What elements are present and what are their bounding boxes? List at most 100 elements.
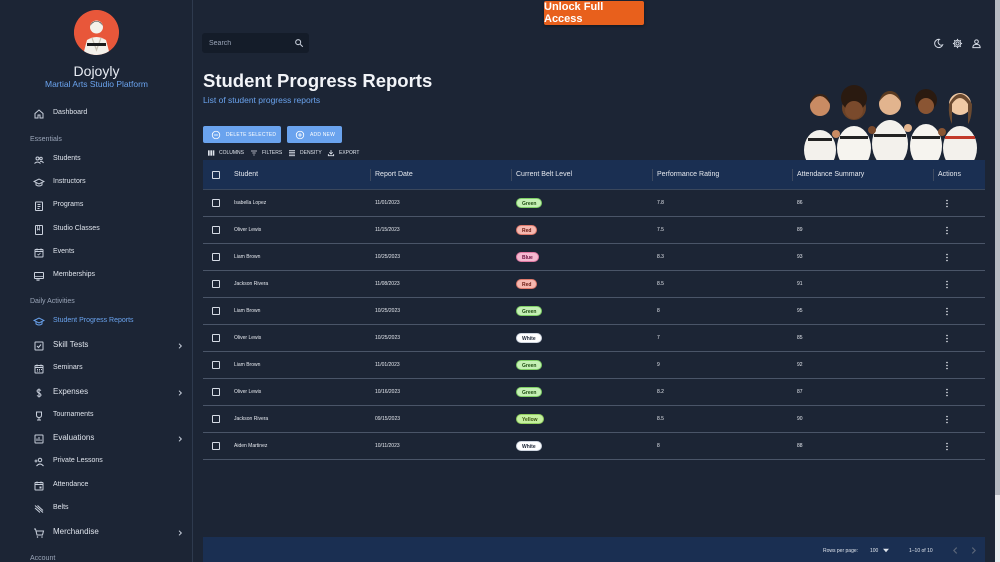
- more-vert-icon[interactable]: [943, 199, 951, 208]
- row-checkbox[interactable]: [212, 280, 220, 288]
- table-row[interactable]: Liam Brown 10/25/2023 Blue 8.3 93: [203, 244, 985, 271]
- page-scrollbar[interactable]: [995, 0, 1000, 562]
- column-header-belt-level[interactable]: Current Belt Level: [516, 171, 572, 178]
- belt-level-chip: Green: [516, 306, 543, 316]
- belt-level-chip: Red: [516, 225, 538, 235]
- nav-merchandise[interactable]: Merchandise: [0, 523, 192, 543]
- cell-performance-rating: 8: [657, 443, 660, 449]
- nav-programs[interactable]: Programs: [0, 196, 192, 216]
- cell-attendance-summary: 85: [797, 335, 803, 341]
- dollar-icon: [36, 388, 42, 398]
- search-icon[interactable]: [294, 38, 304, 48]
- column-separator[interactable]: [652, 169, 653, 181]
- nav-events[interactable]: Events: [0, 243, 192, 263]
- assessment-icon: [34, 434, 44, 444]
- nav-students[interactable]: Students: [0, 150, 192, 170]
- nav-seminars[interactable]: Seminars: [0, 359, 192, 379]
- caret-down-icon[interactable]: [883, 548, 889, 553]
- cell-attendance-summary: 92: [797, 362, 803, 368]
- cell-performance-rating: 8.5: [657, 281, 664, 287]
- more-vert-icon[interactable]: [943, 280, 951, 289]
- row-checkbox[interactable]: [212, 361, 220, 369]
- gear-icon[interactable]: [952, 38, 963, 49]
- table-row[interactable]: Oliver Lewis 10/16/2023 Green 8.2 87: [203, 379, 985, 406]
- scrollbar-thumb[interactable]: [995, 0, 1000, 495]
- nav-student-progress-reports[interactable]: Student Progress Reports: [0, 312, 192, 332]
- moon-icon[interactable]: [933, 38, 944, 49]
- more-vert-icon[interactable]: [943, 388, 951, 397]
- cell-attendance-summary: 88: [797, 443, 803, 449]
- column-separator[interactable]: [370, 169, 371, 181]
- more-vert-icon[interactable]: [943, 361, 951, 370]
- row-checkbox[interactable]: [212, 226, 220, 234]
- cell-report-date: 11/01/2023: [375, 362, 400, 368]
- nav-expenses[interactable]: Expenses: [0, 383, 192, 403]
- more-vert-icon[interactable]: [943, 226, 951, 235]
- calendar-icon: [34, 364, 44, 374]
- more-vert-icon[interactable]: [943, 415, 951, 424]
- table-row[interactable]: Aiden Martinez 10/11/2023 White 8 88: [203, 433, 985, 460]
- table-row[interactable]: Isabella Lopez 11/01/2023 Green 7.8 86: [203, 190, 985, 217]
- table-row[interactable]: Liam Brown 11/01/2023 Green 9 92: [203, 352, 985, 379]
- row-checkbox[interactable]: [212, 307, 220, 315]
- nav-tournaments[interactable]: Tournaments: [0, 406, 192, 426]
- chevron-right-icon: [178, 343, 183, 349]
- nav-instructors-label: Instructors: [53, 178, 86, 185]
- table-row[interactable]: Jackson Rivera 09/15/2023 Yellow 8.5 90: [203, 406, 985, 433]
- nav-evaluations[interactable]: Evaluations: [0, 429, 192, 449]
- nav-tournaments-label: Tournaments: [53, 411, 94, 418]
- density-button[interactable]: DENSITY: [288, 148, 322, 157]
- nav-instructors[interactable]: Instructors: [0, 173, 192, 193]
- search-input[interactable]: [202, 33, 290, 53]
- cell-performance-rating: 7.8: [657, 200, 664, 206]
- nav-belts[interactable]: Belts: [0, 499, 192, 519]
- nav-studio-classes[interactable]: Studio Classes: [0, 220, 192, 240]
- row-checkbox[interactable]: [212, 253, 220, 261]
- user-icon[interactable]: [971, 38, 982, 49]
- checkbox-icon: [34, 341, 44, 351]
- nav-memberships[interactable]: Memberships: [0, 266, 192, 286]
- columns-button[interactable]: COLUMNS: [207, 148, 244, 157]
- table-row[interactable]: Liam Brown 10/25/2023 Green 8 95: [203, 298, 985, 325]
- column-separator[interactable]: [511, 169, 512, 181]
- belt-level-chip: Red: [516, 279, 538, 289]
- unlock-full-access-button[interactable]: Unlock Full Access: [544, 1, 644, 25]
- next-page-icon[interactable]: [971, 547, 977, 554]
- nav-attendance-label: Attendance: [53, 481, 89, 488]
- table-row[interactable]: Oliver Lewis 10/25/2023 White 7 85: [203, 325, 985, 352]
- delete-selected-button[interactable]: DELETE SELECTED: [203, 126, 281, 143]
- nav-private-lessons[interactable]: Private Lessons: [0, 452, 192, 472]
- column-header-attendance-summary[interactable]: Attendance Summary: [797, 171, 864, 178]
- more-vert-icon[interactable]: [943, 442, 951, 451]
- more-vert-icon[interactable]: [943, 334, 951, 343]
- row-checkbox[interactable]: [212, 199, 220, 207]
- nav-attendance[interactable]: Attendance: [0, 476, 192, 496]
- reports-table: Student Report Date Current Belt Level P…: [203, 160, 985, 562]
- more-vert-icon[interactable]: [943, 307, 951, 316]
- nav-dashboard[interactable]: Dashboard: [0, 104, 192, 124]
- chevron-right-icon: [178, 530, 183, 536]
- select-all-checkbox[interactable]: [212, 171, 220, 179]
- column-separator[interactable]: [792, 169, 793, 181]
- row-checkbox[interactable]: [212, 415, 220, 423]
- add-new-button[interactable]: ADD NEW: [287, 126, 342, 143]
- cell-student: Jackson Rivera: [234, 416, 269, 422]
- table-row[interactable]: Jackson Rivera 11/08/2023 Red 8.5 91: [203, 271, 985, 298]
- column-header-student[interactable]: Student: [234, 171, 258, 178]
- row-checkbox[interactable]: [212, 334, 220, 342]
- rows-per-page-select[interactable]: 100: [870, 548, 878, 554]
- filters-button[interactable]: FILTERS: [250, 148, 282, 157]
- nav-skill-tests[interactable]: Skill Tests: [0, 336, 192, 356]
- column-separator[interactable]: [933, 169, 934, 181]
- clipboard-icon: [35, 201, 43, 211]
- row-checkbox[interactable]: [212, 388, 220, 396]
- export-button[interactable]: EXPORT: [327, 148, 359, 157]
- prev-page-icon[interactable]: [952, 547, 958, 554]
- row-checkbox[interactable]: [212, 442, 220, 450]
- table-row[interactable]: Oliver Lewis 11/15/2023 Red 7.5 89: [203, 217, 985, 244]
- column-header-report-date[interactable]: Report Date: [375, 171, 413, 178]
- cell-report-date: 10/11/2023: [375, 443, 400, 449]
- column-header-performance-rating[interactable]: Performance Rating: [657, 171, 719, 178]
- more-vert-icon[interactable]: [943, 253, 951, 262]
- filter-icon: [251, 150, 257, 155]
